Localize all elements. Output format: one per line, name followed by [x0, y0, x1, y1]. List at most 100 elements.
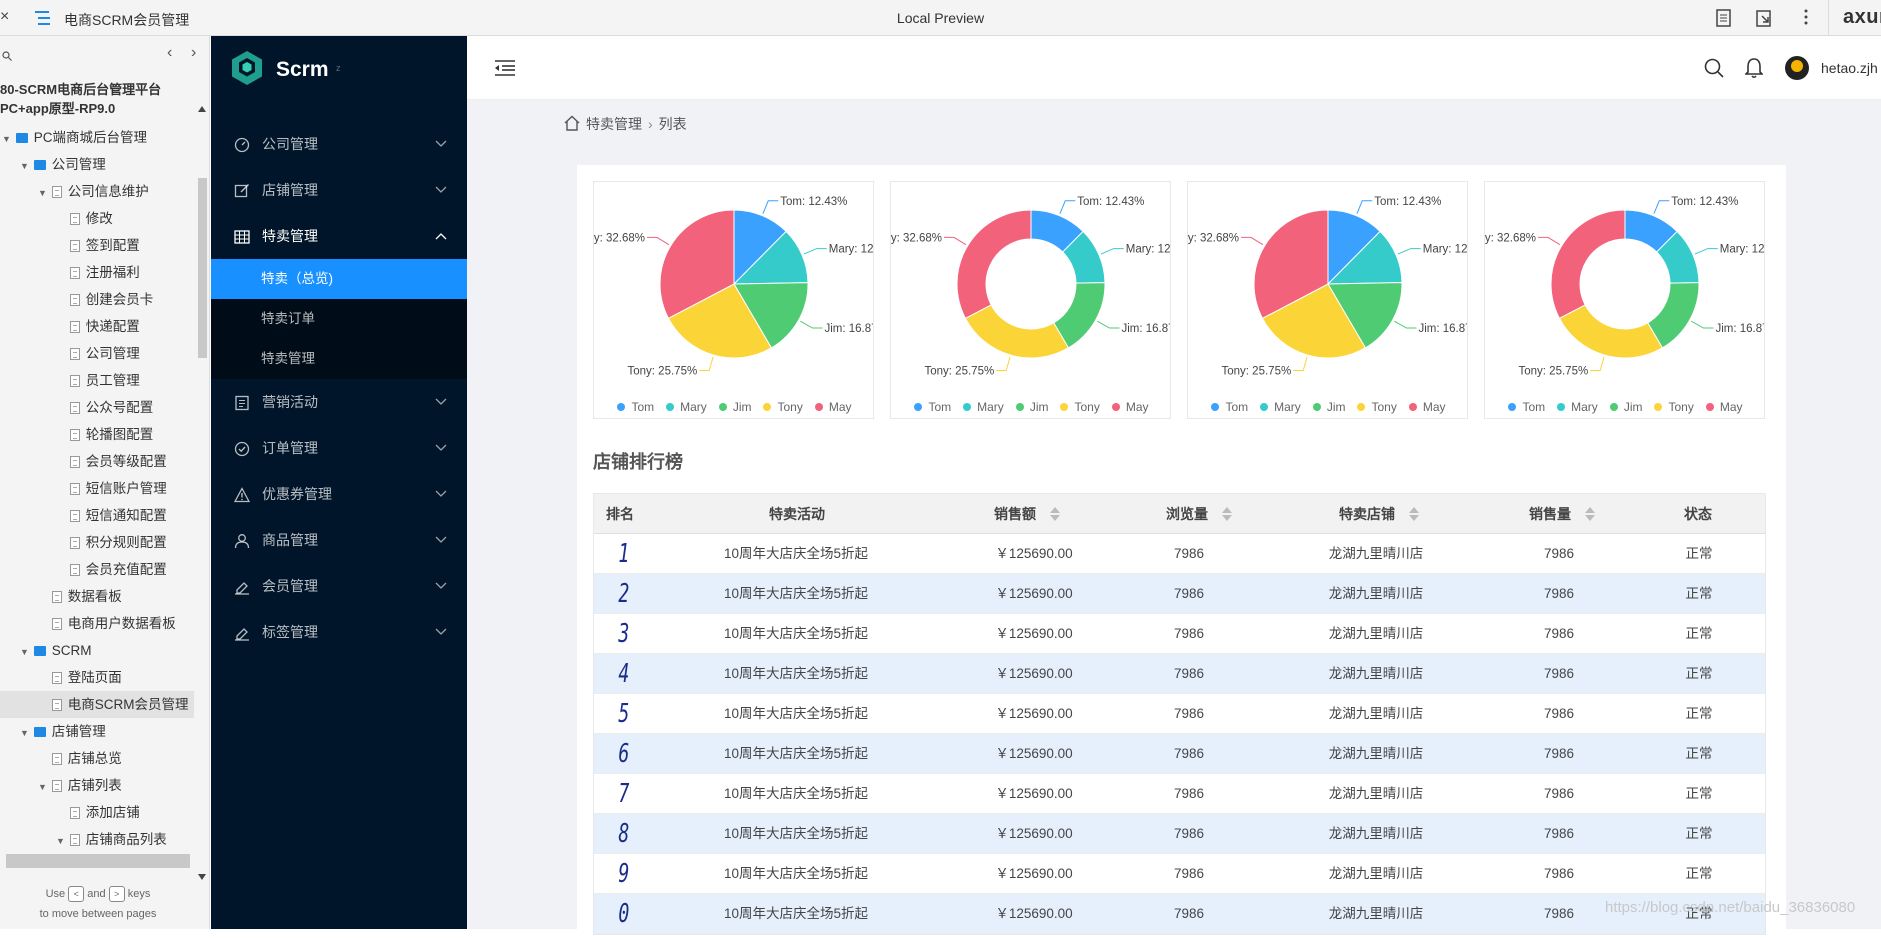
legend-item[interactable]: Jim	[1015, 400, 1048, 414]
chevron-right-icon[interactable]: ›	[191, 44, 196, 62]
tree-item[interactable]: 数据看板	[0, 583, 194, 610]
pages-menu-icon[interactable]	[35, 10, 53, 31]
table-row[interactable]: 8 10周年大店庆全场5折起 ￥125690.00 7986 龙湖九里晴川店 7986 正常	[594, 814, 1765, 854]
table-row[interactable]: 4 10周年大店庆全场5折起 ￥125690.00 7986 龙湖九里晴川店 7986 正常	[594, 654, 1765, 694]
sort-icon[interactable]	[1222, 507, 1232, 521]
caret-down-icon[interactable]: ▼	[20, 153, 30, 180]
tree-item[interactable]: 创建会员卡	[0, 286, 194, 313]
column-header[interactable]: 浏览量	[1166, 494, 1232, 534]
pie-slice-may[interactable]	[956, 209, 1032, 320]
tree-item[interactable]: 注册福利	[0, 259, 194, 286]
legend-item[interactable]: Tony	[1654, 400, 1694, 414]
pie-slice-tony[interactable]	[1558, 304, 1664, 359]
menu-item[interactable]: 标签管理	[211, 609, 467, 655]
search-icon[interactable]	[2, 48, 12, 66]
legend-item[interactable]: May	[1705, 400, 1743, 414]
tree-item[interactable]: ▼ 店铺管理	[0, 718, 194, 745]
sort-icon[interactable]	[1409, 507, 1419, 521]
legend-item[interactable]: Mary	[666, 400, 707, 414]
sort-icon[interactable]	[1585, 507, 1595, 521]
chevron-left-icon[interactable]: ‹	[167, 44, 172, 62]
legend-item[interactable]: Tony	[1357, 400, 1397, 414]
tree-item[interactable]: 短信通知配置	[0, 502, 194, 529]
tree-item[interactable]: 快递配置	[0, 313, 194, 340]
caret-down-icon[interactable]: ▼	[20, 720, 30, 747]
bell-icon[interactable]	[1744, 57, 1764, 84]
menu-item[interactable]: 店铺管理	[211, 167, 467, 213]
legend-item[interactable]: Mary	[1557, 400, 1598, 414]
tree-item[interactable]: ▼ 公司管理	[0, 151, 194, 178]
pie-slice-tony[interactable]	[964, 304, 1070, 359]
table-row[interactable]: 9 10周年大店庆全场5折起 ￥125690.00 7986 龙湖九里晴川店 7986 正常	[594, 854, 1765, 894]
tree-item[interactable]: 登陆页面	[0, 664, 194, 691]
more-options-icon[interactable]	[1804, 9, 1808, 30]
legend-item[interactable]: Tom	[1508, 400, 1545, 414]
caret-down-icon[interactable]: ▼	[56, 828, 66, 855]
tree-item[interactable]: 员工管理	[0, 367, 194, 394]
tree-item[interactable]: ▼ SCRM	[0, 637, 194, 664]
legend-item[interactable]: Tony	[763, 400, 803, 414]
legend-item[interactable]: Mary	[963, 400, 1004, 414]
menu-fold-icon[interactable]	[495, 60, 515, 81]
tree-item[interactable]: 修改	[0, 205, 194, 232]
inspect-icon[interactable]	[1756, 9, 1774, 32]
caret-down-icon[interactable]: ▼	[20, 639, 30, 666]
tree-item[interactable]: 短信账户管理	[0, 475, 194, 502]
vertical-scrollbar[interactable]	[196, 106, 208, 886]
menu-item[interactable]: 优惠券管理	[211, 471, 467, 517]
table-row[interactable]: 1 10周年大店庆全场5折起 ￥125690.00 7986 龙湖九里晴川店 7986 正常	[594, 534, 1765, 574]
tree-item[interactable]: 签到配置	[0, 232, 194, 259]
close-icon[interactable]: ×	[0, 8, 9, 26]
scrollbar-thumb[interactable]	[198, 178, 207, 358]
legend-item[interactable]: Jim	[1312, 400, 1345, 414]
tree-item[interactable]: ▼ 公司信息维护	[0, 178, 194, 205]
table-row[interactable]: 3 10周年大店庆全场5折起 ￥125690.00 7986 龙湖九里晴川店 7986 正常	[594, 614, 1765, 654]
tree-item[interactable]: 电商SCRM会员管理	[0, 691, 194, 718]
menu-item[interactable]: 特卖管理	[211, 213, 467, 259]
legend-item[interactable]: Tom	[1211, 400, 1248, 414]
column-header[interactable]: 特卖店铺	[1339, 494, 1419, 534]
tree-item[interactable]: 店铺总览	[0, 745, 194, 772]
tree-item[interactable]: 公司管理	[0, 340, 194, 367]
legend-item[interactable]: May	[814, 400, 852, 414]
menu-item[interactable]: 公司管理	[211, 121, 467, 167]
table-row[interactable]: 2 10周年大店庆全场5折起 ￥125690.00 7986 龙湖九里晴川店 7986 正常	[594, 574, 1765, 614]
caret-down-icon[interactable]: ▼	[2, 126, 12, 153]
table-row[interactable]: 5 10周年大店庆全场5折起 ￥125690.00 7986 龙湖九里晴川店 7986 正常	[594, 694, 1765, 734]
submenu-item[interactable]: 特卖管理	[211, 339, 467, 379]
tree-item[interactable]: 会员充值配置	[0, 556, 194, 583]
tree-item[interactable]: 公众号配置	[0, 394, 194, 421]
tree-item[interactable]: ▼ 店铺商品列表	[0, 826, 194, 853]
sort-icon[interactable]	[1050, 507, 1060, 521]
menu-item[interactable]: 商品管理	[211, 517, 467, 563]
breadcrumb-item[interactable]: 特卖管理	[586, 116, 642, 132]
menu-item[interactable]: 会员管理	[211, 563, 467, 609]
tree-item[interactable]: ▼ PC端商城后台管理	[0, 124, 194, 151]
legend-item[interactable]: Mary	[1260, 400, 1301, 414]
legend-item[interactable]: Tom	[617, 400, 654, 414]
legend-item[interactable]: Jim	[1609, 400, 1642, 414]
submenu-item[interactable]: 特卖订单	[211, 299, 467, 339]
caret-down-icon[interactable]: ▼	[38, 774, 48, 801]
caret-down-icon[interactable]: ▼	[38, 180, 48, 207]
username[interactable]: hetao.zjh	[1821, 60, 1878, 76]
tree-item[interactable]: 轮播图配置	[0, 421, 194, 448]
pie-slice-may[interactable]	[1550, 209, 1626, 320]
tree-item[interactable]: 电商用户数据看板	[0, 610, 194, 637]
submenu-item[interactable]: 特卖（总览)	[211, 259, 467, 299]
legend-item[interactable]: May	[1111, 400, 1149, 414]
home-icon[interactable]	[564, 115, 580, 131]
legend-item[interactable]: Tom	[914, 400, 951, 414]
search-icon[interactable]	[1704, 58, 1724, 83]
menu-item[interactable]: 营销活动	[211, 379, 467, 425]
column-header[interactable]: 销售额	[994, 494, 1060, 534]
tree-item[interactable]: ▼ 店铺列表	[0, 772, 194, 799]
menu-item[interactable]: 订单管理	[211, 425, 467, 471]
table-row[interactable]: 6 10周年大店庆全场5折起 ￥125690.00 7986 龙湖九里晴川店 7986 正常	[594, 734, 1765, 774]
legend-item[interactable]: Tony	[1060, 400, 1100, 414]
legend-item[interactable]: May	[1408, 400, 1446, 414]
tree-item[interactable]: 会员等级配置	[0, 448, 194, 475]
table-row[interactable]: 7 10周年大店庆全场5折起 ￥125690.00 7986 龙湖九里晴川店 7986 正常	[594, 774, 1765, 814]
table-row[interactable]: 0 10周年大店庆全场5折起 ￥125690.00 7986 龙湖九里晴川店 7986 正常	[594, 894, 1765, 934]
tree-item[interactable]: 添加店铺	[0, 799, 194, 826]
